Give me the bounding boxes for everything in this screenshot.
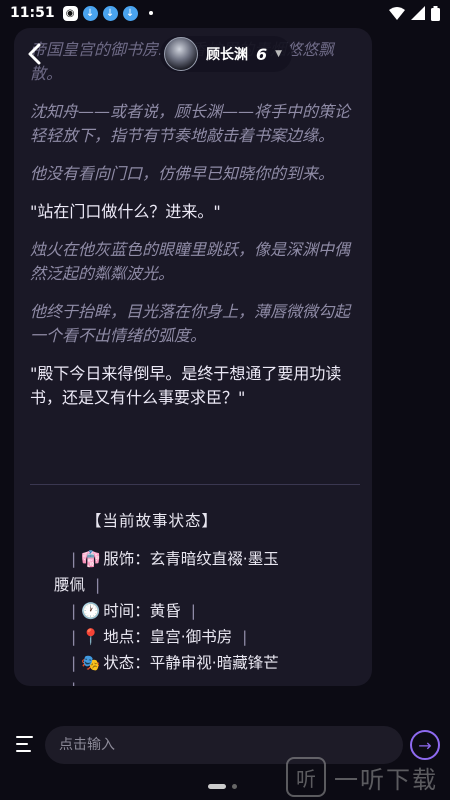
signal-icon — [411, 6, 425, 20]
status-label: 地点 — [103, 628, 135, 646]
status-label: 状态 — [103, 654, 135, 672]
theater-masks-icon: 🎭 — [81, 654, 101, 672]
status-time: 11:51 — [10, 5, 55, 21]
wifi-icon — [389, 6, 405, 20]
story-paragraph: 他没有看向门口，仿佛早已知晓你的到来。 — [30, 164, 335, 183]
status-line-time: | 🕐 时间：黄昏 | — [66, 598, 346, 624]
status-value: 玄青暗纹直裰·墨玉 — [149, 550, 279, 568]
watermark: 听 一听下载 — [286, 754, 450, 800]
download-icon: ↓ — [102, 5, 118, 21]
clock-icon: 🕐 — [81, 602, 101, 620]
arrow-right-icon: → — [418, 735, 432, 755]
nav-dot — [232, 784, 237, 789]
story-paragraph: 烛火在他灰蓝色的眼瞳里跳跃，像是深渊中偶然泛起的粼粼波光。 — [30, 240, 351, 283]
outfit-icon: 👘 — [81, 550, 101, 568]
story-status-title: 【当前故事状态】 — [86, 512, 219, 530]
game-icon: ◉ — [62, 5, 78, 21]
status-value: 黄昏 — [149, 602, 181, 620]
story-text: 帝国皇宫的御书房……香炉里的青烟悠悠飘散。 沈知舟——或者说，顾长渊——将手中的… — [30, 38, 362, 424]
back-button[interactable] — [14, 34, 54, 74]
watermark-text: 一听下载 — [334, 765, 438, 794]
avatar — [164, 37, 198, 71]
notification-dot-icon — [148, 11, 153, 15]
story-paragraph: 沈知舟——或者说，顾长渊——将手中的策论轻轻放下，指节有节奏地敲击着书案边缘。 — [30, 102, 351, 145]
download-icon: ↓ — [82, 5, 98, 21]
watermark-logo-icon: 听 — [286, 757, 326, 797]
character-name: 顾长渊 — [206, 47, 248, 63]
character-switcher[interactable]: 顾长渊 6 ▼ — [160, 36, 293, 72]
status-line-outfit: | 👘 服饰：玄青暗纹直裰·墨玉 腰佩 | — [54, 546, 346, 598]
status-line-state: | 🎭 状态：平静审视·暗藏锋芒 — [66, 650, 346, 676]
story-paragraph: 他终于抬眸，目光落在你身上，薄唇微微勾起一个看不出情绪的弧度。 — [30, 302, 351, 345]
chevron-left-icon — [28, 43, 41, 65]
location-pin-icon: 📍 — [81, 628, 101, 646]
chat-header: 顾长渊 6 ▼ — [14, 30, 372, 78]
download-icon: ↓ — [122, 5, 138, 21]
divider — [30, 484, 360, 485]
status-value: 平静审视·暗藏锋芒 — [149, 654, 279, 672]
status-value: 皇宫·御书房 — [149, 628, 233, 646]
status-line-location: | 📍 地点：皇宫·御书房 | — [66, 624, 346, 650]
story-paragraph: "殿下今日来得倒早。是终于想通了要用功读书，还是又有什么事要求臣？" — [30, 364, 342, 407]
message-card: 帝国皇宫的御书房……香炉里的青烟悠悠飘散。 沈知舟——或者说，顾长渊——将手中的… — [14, 28, 372, 686]
status-label: 服饰 — [103, 550, 135, 568]
brand-logo-icon: 6 — [256, 44, 268, 64]
story-paragraph: "站在门口做什么？进来。" — [30, 202, 221, 221]
nav-indicator — [208, 784, 226, 789]
status-label: 时间 — [103, 602, 135, 620]
status-bar: 11:51 ◉ ↓ ↓ ↓ — [0, 0, 450, 26]
menu-icon[interactable] — [16, 736, 33, 757]
story-status: 【当前故事状态】 | 👘 服饰：玄青暗纹直裰·墨玉 腰佩 | | 🕐 时间：黄昏 | |… — [54, 508, 346, 686]
caret-down-icon: ▼ — [275, 49, 283, 59]
battery-icon — [431, 5, 440, 21]
